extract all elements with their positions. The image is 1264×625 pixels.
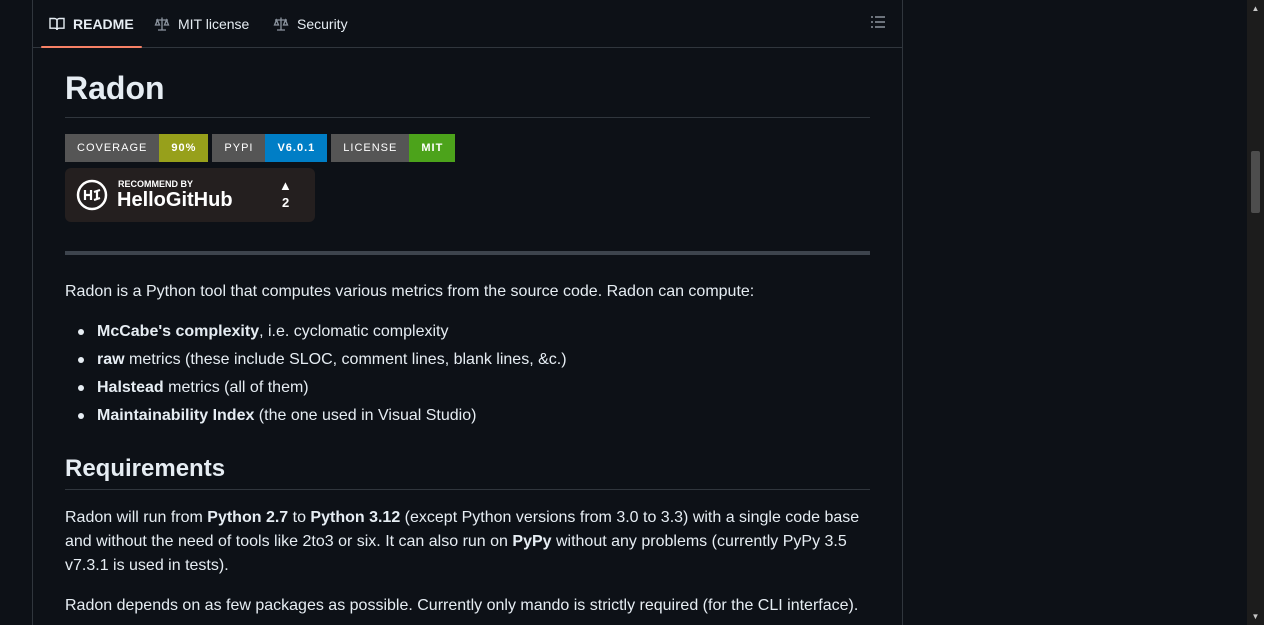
metric-desc: metrics (all of them) — [163, 379, 309, 396]
tab-security[interactable]: Security — [273, 0, 348, 47]
hellogithub-recommend-text: RECOMMEND BY — [118, 179, 194, 189]
coverage-badge[interactable]: COVERAGE 90% — [65, 134, 209, 162]
list-item: McCabe's complexity, i.e. cyclomatic com… — [65, 320, 567, 344]
hellogithub-logo-icon — [76, 179, 108, 211]
req-bold: Python 2.7 — [207, 509, 289, 526]
scroll-down-arrow-icon[interactable]: ▼ — [1247, 608, 1264, 625]
req-bold: PyPy — [512, 533, 552, 550]
tab-security-label: Security — [297, 15, 348, 32]
dependencies-paragraph: Radon depends on as few packages as poss… — [65, 597, 859, 614]
req-text: Radon will run from — [65, 509, 208, 526]
page-title: Radon — [65, 70, 165, 106]
metrics-list: McCabe's complexity, i.e. cyclomatic com… — [65, 320, 567, 432]
tab-readme[interactable]: README — [41, 0, 142, 48]
coverage-badge-value: 90% — [159, 134, 209, 162]
readme-tabs: README MIT license Security — [33, 0, 902, 48]
metric-bold: raw — [97, 351, 125, 368]
upvote-triangle-icon: ▲ — [279, 178, 292, 193]
license-badge-label: LICENSE — [331, 134, 410, 162]
metric-bold: McCabe's complexity — [97, 323, 260, 340]
pypi-badge-label: PYPI — [212, 134, 266, 162]
intro-paragraph: Radon is a Python tool that computes var… — [65, 283, 755, 300]
req-bold: Python 3.12 — [310, 509, 401, 526]
metric-desc: , i.e. cyclomatic complexity — [259, 323, 449, 340]
book-icon — [49, 17, 65, 30]
pypi-badge-value: V6.0.1 — [265, 134, 328, 162]
license-badge[interactable]: LICENSE MIT — [331, 134, 456, 162]
readme-panel: README MIT license Security Radon COVERA… — [32, 0, 903, 625]
pypi-badge[interactable]: PYPI V6.0.1 — [212, 134, 328, 162]
outline-list-icon[interactable] — [870, 14, 886, 30]
scroll-up-arrow-icon[interactable]: ▲ — [1247, 0, 1264, 17]
vertical-scrollbar[interactable]: ▲ ▼ — [1247, 0, 1264, 625]
requirements-heading: Requirements — [65, 455, 226, 482]
scrollbar-thumb[interactable] — [1251, 151, 1260, 213]
hellogithub-count: 2 — [282, 195, 290, 210]
law-icon — [273, 17, 289, 31]
metric-bold: Maintainability Index — [97, 407, 255, 424]
license-badge-value: MIT — [409, 134, 456, 162]
tab-mit-license-label: MIT license — [178, 15, 250, 32]
badge-row: COVERAGE 90% PYPI V6.0.1 LICENSE MIT — [65, 134, 459, 162]
list-item: raw metrics (these include SLOC, comment… — [65, 348, 567, 372]
horizontal-rule — [65, 251, 870, 255]
metric-desc: metrics (these include SLOC, comment lin… — [124, 351, 567, 368]
coverage-badge-label: COVERAGE — [65, 134, 160, 162]
list-item: Halstead metrics (all of them) — [65, 376, 567, 400]
tab-mit-license[interactable]: MIT license — [154, 0, 249, 47]
requirements-paragraph: Radon will run from Python 2.7 to Python… — [65, 506, 870, 578]
tab-readme-label: README — [73, 15, 134, 32]
requirements-divider — [65, 489, 870, 490]
metric-bold: Halstead — [97, 379, 164, 396]
req-text: to — [288, 509, 311, 526]
law-icon — [154, 17, 170, 31]
list-item: Maintainability Index (the one used in V… — [65, 404, 567, 428]
title-divider — [65, 117, 870, 118]
hellogithub-badge[interactable]: RECOMMEND BY HelloGitHub ▲ 2 — [65, 168, 315, 222]
metric-desc: (the one used in Visual Studio) — [254, 407, 477, 424]
hellogithub-name: HelloGitHub — [117, 189, 233, 211]
